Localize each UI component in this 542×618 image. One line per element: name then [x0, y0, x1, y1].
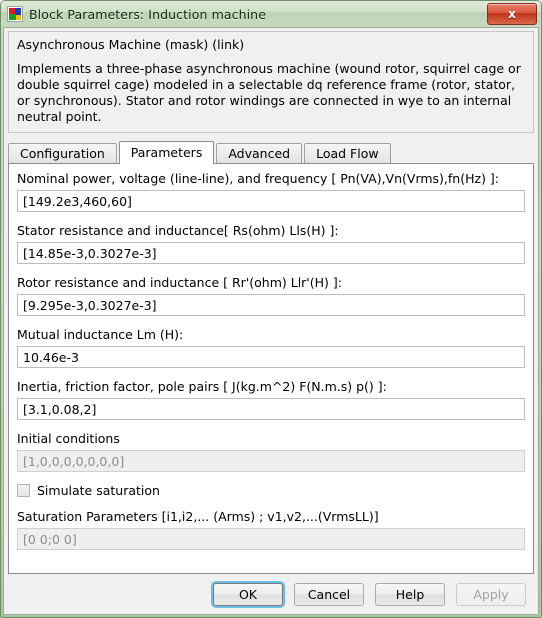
initial-conditions-label: Initial conditions: [17, 431, 120, 446]
mutual-inductance-label: Mutual inductance Lm (H):: [17, 327, 184, 342]
nominal-power-label: Nominal power, voltage (line-line), and …: [17, 171, 500, 186]
description-heading: Asynchronous Machine (mask) (link): [17, 37, 245, 52]
block-parameters-dialog: Block Parameters: Induction machine x As…: [0, 0, 542, 618]
tab-advanced[interactable]: Advanced: [216, 143, 303, 163]
nominal-power-input[interactable]: [17, 190, 525, 212]
initial-conditions-input: [17, 450, 525, 472]
tab-strip: Configuration Parameters Advanced Load F…: [8, 140, 534, 164]
rotor-resistance-input[interactable]: [17, 294, 525, 316]
rotor-resistance-label: Rotor resistance and inductance [ Rr'(oh…: [17, 275, 342, 290]
dialog-footer: OK Cancel Help Apply: [4, 574, 538, 614]
close-icon: x: [508, 7, 516, 21]
window-title: Block Parameters: Induction machine: [29, 6, 266, 22]
inertia-label: Inertia, friction factor, pole pairs [ J…: [17, 379, 387, 394]
mutual-inductance-input[interactable]: [17, 346, 525, 368]
simulate-saturation-row[interactable]: Simulate saturation: [17, 483, 525, 498]
inertia-input[interactable]: [17, 398, 525, 420]
parameters-tab-panel: Nominal power, voltage (line-line), and …: [8, 163, 534, 574]
simulate-saturation-checkbox[interactable]: [17, 484, 30, 497]
description-panel: Asynchronous Machine (mask) (link) Imple…: [8, 31, 534, 133]
description-body: Implements a three-phase asynchronous ma…: [17, 61, 521, 124]
tab-configuration[interactable]: Configuration: [8, 143, 117, 163]
tab-parameters[interactable]: Parameters: [118, 141, 215, 164]
dialog-client-area: Asynchronous Machine (mask) (link) Imple…: [3, 27, 539, 615]
stator-resistance-label: Stator resistance and inductance[ Rs(ohm…: [17, 223, 339, 238]
saturation-parameters-label: Saturation Parameters [i1,i2,... (Arms) …: [17, 509, 379, 524]
title-bar: Block Parameters: Induction machine x: [1, 1, 541, 27]
saturation-parameters-input: [17, 528, 525, 550]
simulate-saturation-label: Simulate saturation: [37, 483, 160, 498]
help-button[interactable]: Help: [375, 582, 445, 606]
tab-load-flow[interactable]: Load Flow: [304, 143, 391, 163]
cancel-button[interactable]: Cancel: [294, 582, 364, 606]
apply-button: Apply: [456, 582, 526, 606]
simulink-block-icon: [7, 6, 23, 22]
close-button[interactable]: x: [487, 3, 537, 25]
stator-resistance-input[interactable]: [17, 242, 525, 264]
ok-button[interactable]: OK: [213, 582, 283, 606]
